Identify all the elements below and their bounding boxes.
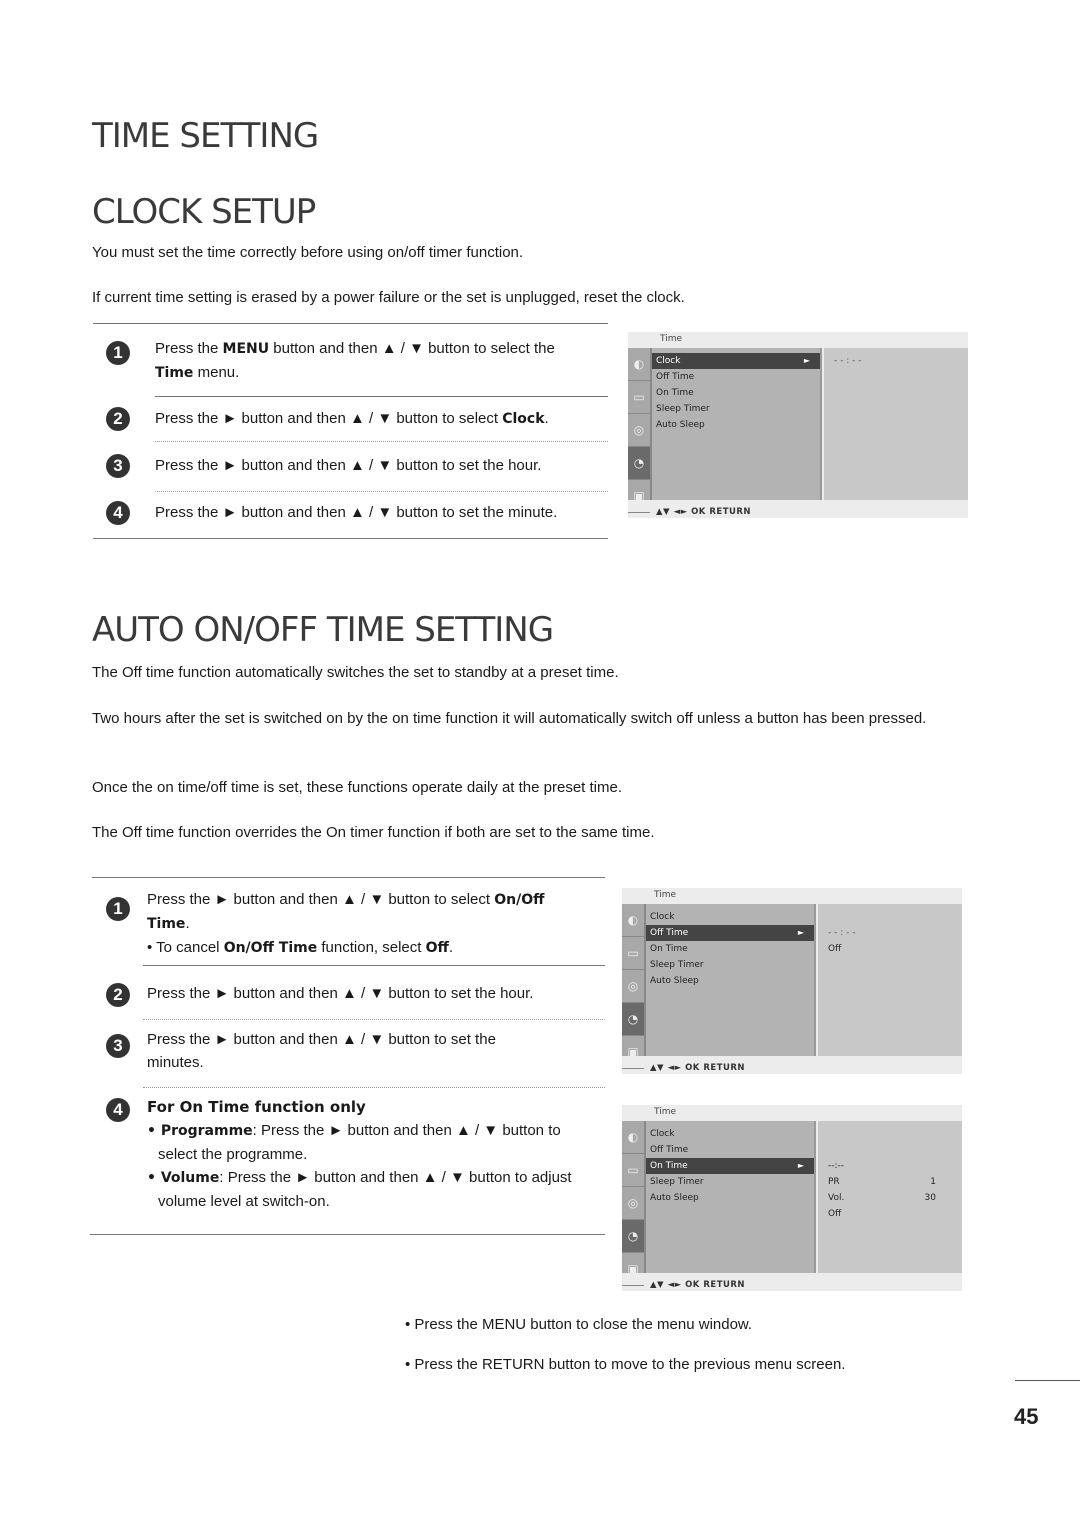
osd-item-auto-sleep[interactable]: Auto Sleep bbox=[646, 1190, 814, 1206]
off-time-state: Off bbox=[828, 944, 842, 954]
osd-item-clock[interactable]: Clock bbox=[646, 1126, 814, 1142]
step-number: 4 bbox=[106, 501, 130, 525]
osd-item-list: Clock ► Off Time On Time Sleep Timer Auto… bbox=[652, 348, 822, 500]
divider bbox=[155, 396, 608, 397]
toolbox-icon: ▣ bbox=[622, 1253, 644, 1286]
divider bbox=[1015, 1380, 1080, 1381]
clock-intro-1: You must set the time correctly before u… bbox=[92, 244, 524, 261]
note-return: • Press the RETURN button to move to the… bbox=[405, 1356, 846, 1373]
auto-para-1: The Off time function automatically swit… bbox=[92, 664, 619, 681]
tv-icon: ▭ bbox=[622, 937, 644, 970]
divider bbox=[90, 1234, 605, 1235]
divider bbox=[155, 441, 608, 442]
osd-values: - - : - - Off bbox=[818, 904, 962, 1056]
tv-icon: ▭ bbox=[622, 1154, 644, 1187]
step-number: 4 bbox=[106, 1098, 130, 1122]
satellite-dish-icon: ◐ bbox=[628, 348, 650, 381]
osd-footer-keys: ▲▼ ◄► OK RETURN bbox=[650, 1280, 746, 1290]
clock-step-3: Press the ► button and then ▲ / ▼ button… bbox=[155, 457, 542, 474]
speaker-icon: ◎ bbox=[628, 414, 650, 447]
clock-step-2: Press the ► button and then ▲ / ▼ button… bbox=[155, 410, 549, 427]
osd-item-on-time[interactable]: On Time bbox=[646, 941, 814, 957]
divider bbox=[93, 323, 608, 324]
osd-item-sleep-timer[interactable]: Sleep Timer bbox=[652, 401, 820, 417]
speaker-icon: ◎ bbox=[622, 1187, 644, 1220]
osd-item-list: Clock Off Time On Time ► Sleep Timer Auto… bbox=[646, 1121, 816, 1273]
heading-clock-setup: CLOCK SETUP bbox=[92, 192, 316, 232]
step-number: 3 bbox=[106, 1034, 130, 1058]
osd-item-auto-sleep[interactable]: Auto Sleep bbox=[652, 417, 820, 433]
osd-item-off-time[interactable]: Off Time ► bbox=[646, 925, 814, 941]
step-number: 1 bbox=[106, 341, 130, 365]
osd-item-auto-sleep[interactable]: Auto Sleep bbox=[646, 973, 814, 989]
osd-item-clock[interactable]: Clock ► bbox=[652, 353, 820, 369]
auto-para-3: Once the on time/off time is set, these … bbox=[92, 779, 623, 796]
osd-footer-keys: ▲▼ ◄► OK RETURN bbox=[650, 1063, 746, 1073]
osd-title: Time bbox=[654, 890, 677, 900]
clock-step-1: Press the MENU button and then ▲ / ▼ but… bbox=[155, 340, 555, 381]
step-number: 2 bbox=[106, 407, 130, 431]
osd-menu-off-time: Time ◐ ▭ ◎ ◔ ▣ Clock Off Time ► On Time S… bbox=[622, 888, 962, 1074]
auto-para-4: The Off time function overrides the On t… bbox=[92, 824, 655, 841]
clock-intro-2: If current time setting is erased by a p… bbox=[92, 289, 685, 306]
toolbox-icon: ▣ bbox=[622, 1036, 644, 1069]
on-time-volume: Vol. 30 bbox=[828, 1193, 936, 1203]
page-number: 45 bbox=[1014, 1404, 1039, 1429]
divider bbox=[143, 1019, 605, 1020]
clock-icon: ◔ bbox=[622, 1220, 644, 1253]
osd-title: Time bbox=[660, 334, 683, 344]
step-number: 3 bbox=[106, 454, 130, 478]
osd-item-on-time[interactable]: On Time ► bbox=[646, 1158, 814, 1174]
satellite-dish-icon: ◐ bbox=[622, 904, 644, 937]
auto-step-2: Press the ► button and then ▲ / ▼ button… bbox=[147, 985, 534, 1002]
heading-time-setting: TIME SETTING bbox=[92, 116, 319, 156]
osd-menu-on-time: Time ◐ ▭ ◎ ◔ ▣ Clock Off Time On Time ► S… bbox=[622, 1105, 962, 1291]
auto-step-3: Press the ► button and then ▲ / ▼ button… bbox=[147, 1031, 496, 1071]
on-time-value: --:-- bbox=[828, 1161, 845, 1171]
osd-footer-keys: ▲▼ ◄► OK RETURN bbox=[656, 507, 752, 517]
osd-item-sleep-timer[interactable]: Sleep Timer bbox=[646, 1174, 814, 1190]
divider bbox=[143, 1087, 605, 1088]
divider bbox=[93, 538, 608, 539]
on-time-state: Off bbox=[828, 1209, 842, 1219]
auto-para-2: Two hours after the set is switched on b… bbox=[92, 710, 927, 727]
osd-item-off-time[interactable]: Off Time bbox=[652, 369, 820, 385]
divider bbox=[92, 877, 605, 878]
osd-values: --:-- PR 1 Vol. 30 Off bbox=[818, 1121, 962, 1273]
off-time-value: - - : - - bbox=[828, 928, 856, 938]
arrow-right-icon: ► bbox=[797, 1161, 804, 1170]
divider bbox=[155, 491, 608, 492]
on-time-programme: PR 1 bbox=[828, 1177, 936, 1187]
clock-icon: ◔ bbox=[628, 447, 650, 480]
osd-menu-clock: Time ◐ ▭ ◎ ◔ ▣ Clock ► Off Time On Time S… bbox=[628, 332, 968, 518]
speaker-icon: ◎ bbox=[622, 970, 644, 1003]
tv-icon: ▭ bbox=[628, 381, 650, 414]
osd-item-on-time[interactable]: On Time bbox=[652, 385, 820, 401]
heading-auto-on-off: AUTO ON/OFF TIME SETTING bbox=[92, 610, 554, 650]
auto-step-4: For On Time function only • Programme: P… bbox=[147, 1098, 572, 1210]
clock-step-4: Press the ► button and then ▲ / ▼ button… bbox=[155, 504, 558, 521]
arrow-right-icon: ► bbox=[797, 928, 804, 937]
step-number: 1 bbox=[106, 897, 130, 921]
osd-item-sleep-timer[interactable]: Sleep Timer bbox=[646, 957, 814, 973]
clock-icon: ◔ bbox=[622, 1003, 644, 1036]
divider bbox=[143, 965, 605, 966]
osd-item-list: Clock Off Time ► On Time Sleep Timer Auto… bbox=[646, 904, 816, 1056]
clock-time-value: - - : - - bbox=[834, 356, 862, 366]
auto-step-1: Press the ► button and then ▲ / ▼ button… bbox=[147, 891, 545, 956]
osd-values: - - : - - bbox=[824, 348, 968, 500]
arrow-right-icon: ► bbox=[803, 356, 810, 365]
note-menu: • Press the MENU button to close the men… bbox=[405, 1316, 753, 1333]
step-number: 2 bbox=[106, 983, 130, 1007]
toolbox-icon: ▣ bbox=[628, 480, 650, 513]
satellite-dish-icon: ◐ bbox=[622, 1121, 644, 1154]
osd-icon-column: ◐ ▭ ◎ ◔ ▣ bbox=[622, 904, 646, 1069]
osd-title: Time bbox=[654, 1107, 677, 1117]
osd-item-off-time[interactable]: Off Time bbox=[646, 1142, 814, 1158]
osd-icon-column: ◐ ▭ ◎ ◔ ▣ bbox=[628, 348, 652, 513]
osd-icon-column: ◐ ▭ ◎ ◔ ▣ bbox=[622, 1121, 646, 1286]
osd-item-clock[interactable]: Clock bbox=[646, 909, 814, 925]
